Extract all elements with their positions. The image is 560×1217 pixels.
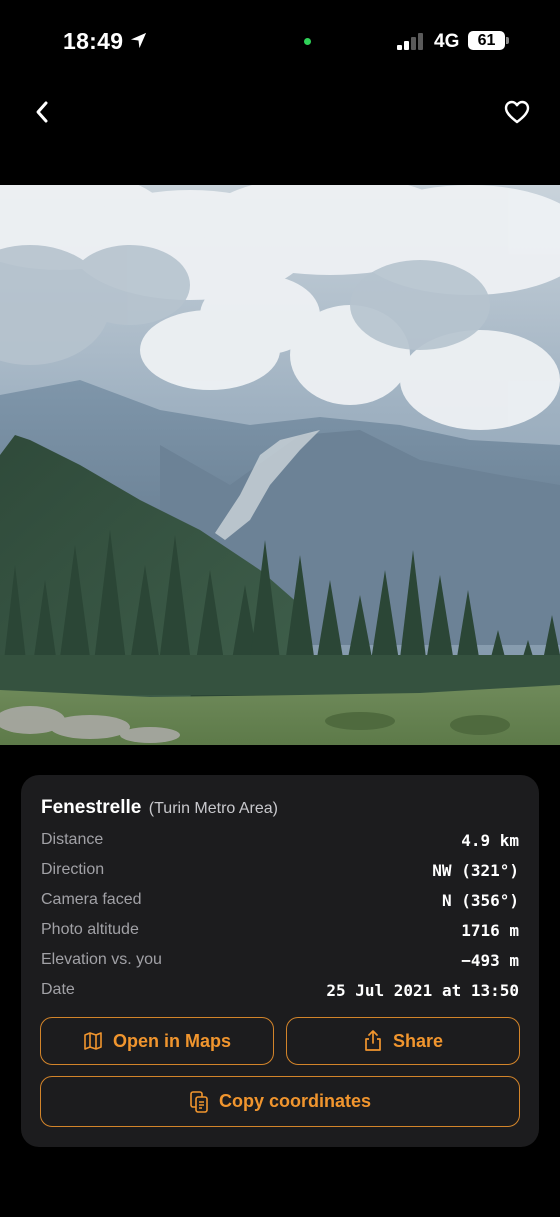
location-arrow-icon — [130, 32, 147, 49]
share-icon — [365, 1030, 381, 1051]
cellular-signal-icon — [397, 32, 425, 50]
detail-value: −493 m — [461, 951, 519, 970]
landscape-photo[interactable] — [0, 185, 560, 745]
detail-value: N (356°) — [441, 891, 519, 910]
detail-label: Date — [41, 981, 75, 998]
detail-label: Elevation vs. you — [41, 951, 162, 968]
detail-row-elevation: Elevation vs. you −493 m — [41, 951, 519, 973]
detail-value: 25 Jul 2021 at 13:50 — [326, 981, 519, 1000]
copy-document-icon — [190, 1090, 208, 1113]
heart-outline-icon — [504, 100, 530, 124]
favorite-button[interactable] — [500, 94, 534, 130]
network-type: 4G — [434, 31, 460, 52]
detail-label: Distance — [41, 831, 104, 848]
place-region: (Turin Metro Area) — [148, 800, 278, 817]
share-button[interactable]: Share — [286, 1017, 520, 1065]
detail-label: Direction — [41, 861, 105, 878]
nav-bar — [0, 92, 560, 132]
back-button[interactable] — [28, 92, 58, 132]
status-bar: 18:49 4G 61 — [0, 0, 560, 84]
open-in-maps-label: Open in Maps — [112, 1030, 231, 1051]
place-name: Fenestrelle — [41, 797, 142, 818]
mountain-landscape-image — [0, 185, 560, 745]
status-time: 18:49 — [63, 28, 124, 54]
copy-coordinates-button[interactable]: Copy coordinates — [40, 1076, 520, 1127]
copy-coordinates-label: Copy coordinates — [218, 1091, 372, 1111]
open-in-maps-button[interactable]: Open in Maps — [40, 1017, 274, 1065]
share-label: Share — [392, 1030, 444, 1051]
detail-value: NW (321°) — [432, 861, 519, 880]
detail-value: 4.9 km — [461, 831, 519, 850]
battery-icon: 61 — [468, 31, 505, 50]
card-title: Fenestrelle (Turin Metro Area) — [41, 797, 278, 819]
map-icon — [84, 1032, 102, 1050]
detail-row-date: Date 25 Jul 2021 at 13:50 — [41, 981, 519, 1003]
battery-cap — [506, 37, 509, 44]
detail-row-distance: Distance 4.9 km — [41, 831, 519, 853]
detail-label: Photo altitude — [41, 921, 139, 938]
chevron-left-icon — [36, 101, 48, 123]
privacy-indicator-dot — [304, 38, 311, 45]
detail-value: 1716 m — [461, 921, 519, 940]
detail-row-camera-faced: Camera faced N (356°) — [41, 891, 519, 913]
detail-row-direction: Direction NW (321°) — [41, 861, 519, 883]
detail-label: Camera faced — [41, 891, 142, 908]
detail-row-photo-altitude: Photo altitude 1716 m — [41, 921, 519, 943]
photo-details-card: Fenestrelle (Turin Metro Area) Distance … — [21, 775, 539, 1147]
